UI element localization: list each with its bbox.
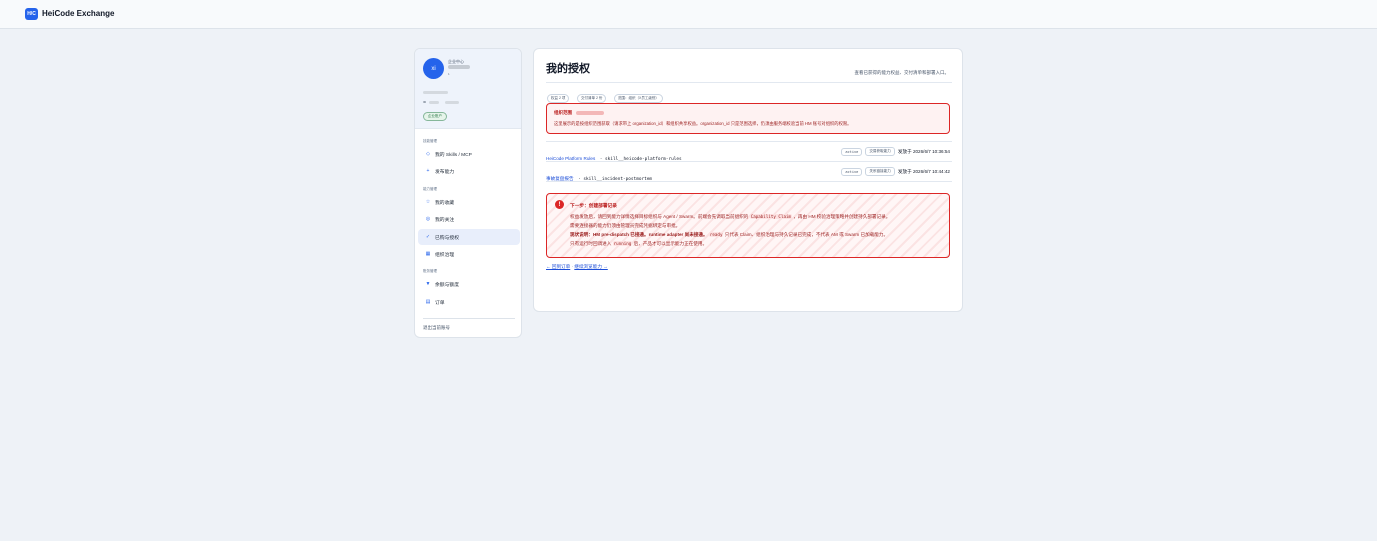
title-divider — [546, 82, 952, 83]
line-1-text-b: ，再由 HM 校验治理策略并创建持久部署记录。 — [793, 214, 891, 219]
next-step-line-1: 权益发放后，请回到能力详情选择目标组织与 Agent / Swarm。前端会先调… — [570, 214, 890, 220]
funnel-icon: ▼ — [425, 281, 431, 287]
source-tag: 交易获取能力 — [865, 147, 895, 156]
star-icon: ☆ — [425, 199, 431, 205]
next-step-title: 下一步：创建部署记录 — [570, 203, 617, 208]
grid-icon: ▦ — [425, 251, 431, 257]
list-divider-bottom — [546, 181, 952, 182]
entitlement-row: HeiCode Platform Rules · skill__heicode-… — [546, 147, 950, 162]
ready-code: ready — [708, 232, 724, 237]
profile-panel: xi 企业中心 1 ID 企业账户 — [415, 49, 521, 129]
scope-alert-text: 这里展示的是按组织范围获取（请求带上 organization_id）和组织共享… — [554, 121, 852, 126]
scope-alert-title: 组织范围 — [554, 110, 605, 116]
nav-publish[interactable]: + 发布能力 — [418, 163, 520, 179]
running-code: running — [612, 241, 633, 246]
check-icon: ✓ — [425, 234, 431, 240]
entitlement-row: 事故复盘报告 · skill__incident-postmortem acti… — [546, 167, 950, 182]
bottom-links: ← 回到订单 · 继续浏览能力 → — [546, 264, 608, 270]
nav-my-skills[interactable]: ◇ 我的 Skills / MCP — [418, 146, 520, 162]
chip-entitlements: 权益 2 项 — [547, 94, 570, 103]
line-4-text-a: 只有运行时回调进入 — [570, 241, 612, 246]
source-tag: 关系链接能力 — [865, 167, 895, 176]
line-3-text-b: 只代表 Claim、组织治理与持久记录已完成，不代表 AM 或 Swarm 已加… — [724, 232, 889, 237]
list-divider-mid — [546, 161, 952, 162]
redacted-org-name — [423, 91, 448, 94]
diamond-icon: ◇ — [426, 151, 430, 157]
redacted-id-2 — [445, 101, 459, 104]
redacted-account-name — [448, 65, 470, 69]
sidebar-divider — [423, 318, 515, 319]
profile-sub: 1 — [448, 72, 450, 76]
nav-follows[interactable]: ◎ 我的关注 — [418, 211, 520, 227]
avatar[interactable]: xi — [423, 58, 444, 79]
page-title: 我的授权 — [546, 63, 590, 75]
line-4-text-b: 后，产品才可以显示能力正在使用。 — [633, 241, 708, 246]
nav-label: 组织治理 — [435, 252, 455, 258]
plus-icon: + — [426, 168, 430, 174]
warning-icon: ! — [555, 200, 564, 209]
redacted-id — [429, 101, 439, 104]
app-name[interactable]: HeiCode Exchange — [42, 9, 114, 18]
sidebar: xi 企业中心 1 ID 企业账户 技能管理 ◇ 我的 Skills / MCP… — [414, 48, 522, 338]
nav-favorites[interactable]: ☆ 我的收藏 — [418, 194, 520, 210]
nav-label: 我的关注 — [435, 217, 455, 223]
next-step-line-3: 现状说明：HM pre-dispatch 已接通。runtime adapter… — [570, 232, 888, 238]
section-skills: 技能管理 — [423, 139, 437, 143]
status-badge: active — [841, 167, 863, 176]
main-panel: 我的授权 查看已获得的能力权益、交付清单和部署入口。 权益 2 项 交付清单 2… — [533, 48, 963, 312]
status-note: 现状说明：HM pre-dispatch 已接通。runtime adapter… — [570, 232, 708, 237]
section-abilities: 能力管理 — [423, 187, 437, 191]
capability-claim-code: Capability Claim — [749, 214, 793, 219]
nav-label: 余额与额度 — [435, 282, 459, 288]
nav-label: 我的收藏 — [435, 200, 455, 206]
issued-date: 发放于 2026/6/7 10:44:42 — [897, 168, 950, 174]
account-type-badge: 企业账户 — [423, 112, 447, 121]
next-step-alert: ! 下一步：创建部署记录 权益发放后，请回到能力详情选择目标组织与 Agent … — [546, 193, 950, 258]
status-badge: active — [841, 147, 863, 156]
line-1-text-a: 权益发放后，请回到能力详情选择目标组织与 Agent / Swarm。前端会先调… — [570, 214, 749, 219]
logo-icon[interactable]: H/C — [25, 8, 38, 20]
nav-quota[interactable]: ▼ 余额与额度 — [418, 276, 520, 292]
page-subtitle: 查看已获得的能力权益、交付清单和部署入口。 — [854, 70, 950, 75]
nav-purchased[interactable]: ✓ 已购与授权 — [418, 229, 520, 245]
next-step-line-4: 只有运行时回调进入 running 后，产品才可以显示能力正在使用。 — [570, 241, 707, 247]
section-billing: 账务管理 — [423, 269, 437, 273]
nav-orders[interactable]: ▤ 订单 — [418, 294, 520, 310]
receipt-icon: ▤ — [425, 299, 431, 305]
logout-link[interactable]: 退出当前账号 — [423, 325, 450, 331]
nav-label: 订单 — [435, 300, 445, 306]
nav-label: 已购与授权 — [435, 235, 459, 241]
chip-scope: 范围：组织（X员工级别） — [614, 94, 663, 103]
nav-label: 发布能力 — [435, 169, 455, 175]
back-to-orders-link[interactable]: ← 回到订单 — [546, 264, 570, 269]
browse-capabilities-link[interactable]: 继续浏览能力 → — [574, 264, 607, 269]
target-icon: ◎ — [425, 216, 431, 222]
list-divider-top — [546, 141, 952, 142]
nav-label: 我的 Skills / MCP — [435, 152, 472, 158]
scope-alert-title-text: 组织范围 — [554, 110, 572, 115]
next-step-line-2: 需要连接器的能力仍须由管理员完成凭据绑定与审批。 — [570, 223, 681, 228]
redacted-org-scope — [576, 110, 605, 115]
nav-org-governance[interactable]: ▦ 组织治理 — [418, 246, 520, 262]
id-prefix: ID — [423, 100, 426, 104]
issued-date: 发放于 2026/6/7 10:36:54 — [897, 148, 950, 154]
scope-alert: 组织范围 这里展示的是按组织范围获取（请求带上 organization_id）… — [546, 103, 950, 134]
chip-deliverables: 交付清单 2 份 — [577, 94, 607, 103]
top-bar: H/C HeiCode Exchange — [0, 0, 1377, 29]
